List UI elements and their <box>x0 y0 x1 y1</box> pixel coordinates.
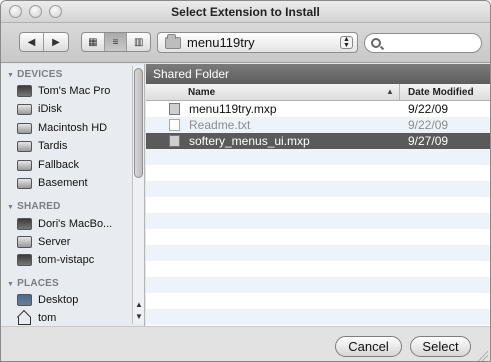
home-icon <box>17 312 32 325</box>
server-icon <box>17 236 32 248</box>
title-bar[interactable]: Select Extension to Install <box>1 1 490 23</box>
cancel-button[interactable]: Cancel <box>335 336 402 357</box>
search-input[interactable] <box>387 37 477 49</box>
desktop-icon <box>17 294 32 306</box>
empty-row <box>146 261 490 277</box>
icon-view-button[interactable]: ▦ <box>82 33 105 51</box>
disclosure-triangle-icon: ▼ <box>7 204 15 211</box>
open-dialog-window: Select Extension to Install ◀ ▶ ▦ ≡ ▥ me… <box>0 0 491 362</box>
search-field[interactable] <box>364 33 482 53</box>
sidebar: ▼ DEVICES Tom's Mac Pro iDisk Macintosh H… <box>1 64 145 326</box>
button-bar: Cancel Select <box>1 326 490 361</box>
empty-row <box>146 213 490 229</box>
file-date: 9/22/09 <box>408 118 449 132</box>
disclosure-triangle-icon: ▼ <box>7 281 15 288</box>
empty-row <box>146 229 490 245</box>
sidebar-scroll-thumb[interactable] <box>134 68 143 178</box>
date-modified-column-header[interactable]: Date Modified <box>408 87 474 98</box>
laptop-icon <box>17 218 32 230</box>
empty-row <box>146 181 490 197</box>
file-rows: menu119try.mxp 9/22/09 Readme.txt 9/22/0… <box>146 101 490 325</box>
sidebar-item-idisk[interactable]: iDisk <box>17 101 62 117</box>
sidebar-section-shared[interactable]: ▼ SHARED <box>7 201 61 212</box>
file-name: softery_menus_ui.mxp <box>189 134 310 148</box>
file-name: Readme.txt <box>189 118 251 132</box>
forward-button[interactable]: ▶ <box>44 33 68 51</box>
sidebar-item-tom-vistapc[interactable]: tom-vistapc <box>17 252 94 268</box>
resize-grip-icon[interactable] <box>478 351 488 361</box>
sort-ascending-icon: ▲ <box>386 87 394 96</box>
sidebar-item-basement[interactable]: Basement <box>17 175 88 191</box>
popup-arrows-icon: ▲ ▼ <box>340 36 353 49</box>
select-button[interactable]: Select <box>410 336 471 357</box>
sidebar-section-devices[interactable]: ▼ DEVICES <box>7 69 62 80</box>
column-view-button[interactable]: ▥ <box>127 33 150 51</box>
view-mode-buttons: ▦ ≡ ▥ <box>81 32 151 52</box>
empty-row <box>146 197 490 213</box>
sidebar-scrollbar[interactable]: ▲ ▼ <box>132 66 144 324</box>
text-file-icon <box>169 119 180 131</box>
window-title: Select Extension to Install <box>171 5 320 19</box>
hard-drive-icon <box>17 140 32 152</box>
scroll-up-arrow-icon[interactable]: ▲ <box>134 300 144 310</box>
sidebar-item-desktop[interactable]: Desktop <box>17 292 78 308</box>
empty-row <box>146 293 490 309</box>
column-header-row: Name ▲ Date Modified <box>146 84 490 101</box>
location-header: Shared Folder <box>146 64 490 84</box>
scroll-down-arrow-icon[interactable]: ▼ <box>134 312 144 322</box>
location-label: menu119try <box>187 35 255 50</box>
file-row[interactable]: menu119try.mxp 9/22/09 <box>146 101 490 117</box>
hard-drive-icon <box>17 122 32 134</box>
empty-row <box>146 245 490 261</box>
sidebar-section-places[interactable]: ▼ PLACES <box>7 278 59 289</box>
mxp-file-icon <box>169 135 180 147</box>
list-view-button[interactable]: ≡ <box>104 33 128 51</box>
back-button[interactable]: ◀ <box>20 33 45 51</box>
navigation-buttons: ◀ ▶ <box>19 32 69 52</box>
column-divider[interactable] <box>399 84 400 101</box>
file-row-selected[interactable]: softery_menus_ui.mxp 9/27/09 <box>146 133 490 149</box>
mxp-file-icon <box>169 103 180 115</box>
folder-icon <box>165 33 181 49</box>
sidebar-item-toms-mac-pro[interactable]: Tom's Mac Pro <box>17 83 110 99</box>
location-popup[interactable]: menu119try ▲ ▼ <box>157 32 358 53</box>
disclosure-triangle-icon: ▼ <box>7 72 15 79</box>
hard-drive-icon <box>17 177 32 189</box>
sidebar-item-server[interactable]: Server <box>17 234 70 250</box>
sidebar-item-macintosh-hd[interactable]: Macintosh HD <box>17 120 107 136</box>
sidebar-item-doris-macbook[interactable]: Dori's MacBo... <box>17 216 112 232</box>
hard-drive-icon <box>17 159 32 171</box>
file-date: 9/22/09 <box>408 102 449 116</box>
empty-row <box>146 277 490 293</box>
search-icon <box>371 38 381 48</box>
file-date: 9/27/09 <box>408 134 449 148</box>
empty-row <box>146 149 490 165</box>
file-row: Readme.txt 9/22/09 <box>146 117 490 133</box>
empty-row <box>146 165 490 181</box>
file-browser: Shared Folder Name ▲ Date Modified menu1… <box>146 64 490 326</box>
computer-icon <box>17 85 32 97</box>
file-name: menu119try.mxp <box>189 102 277 116</box>
name-column-header[interactable]: Name <box>188 87 215 98</box>
empty-row <box>146 309 490 325</box>
sidebar-item-tardis[interactable]: Tardis <box>17 138 67 154</box>
pc-icon <box>17 254 32 266</box>
sidebar-item-tom[interactable]: tom <box>17 310 56 326</box>
sidebar-item-fallback[interactable]: Fallback <box>17 157 79 173</box>
idisk-icon <box>17 103 32 115</box>
toolbar: ◀ ▶ ▦ ≡ ▥ menu119try ▲ ▼ <box>1 23 490 63</box>
